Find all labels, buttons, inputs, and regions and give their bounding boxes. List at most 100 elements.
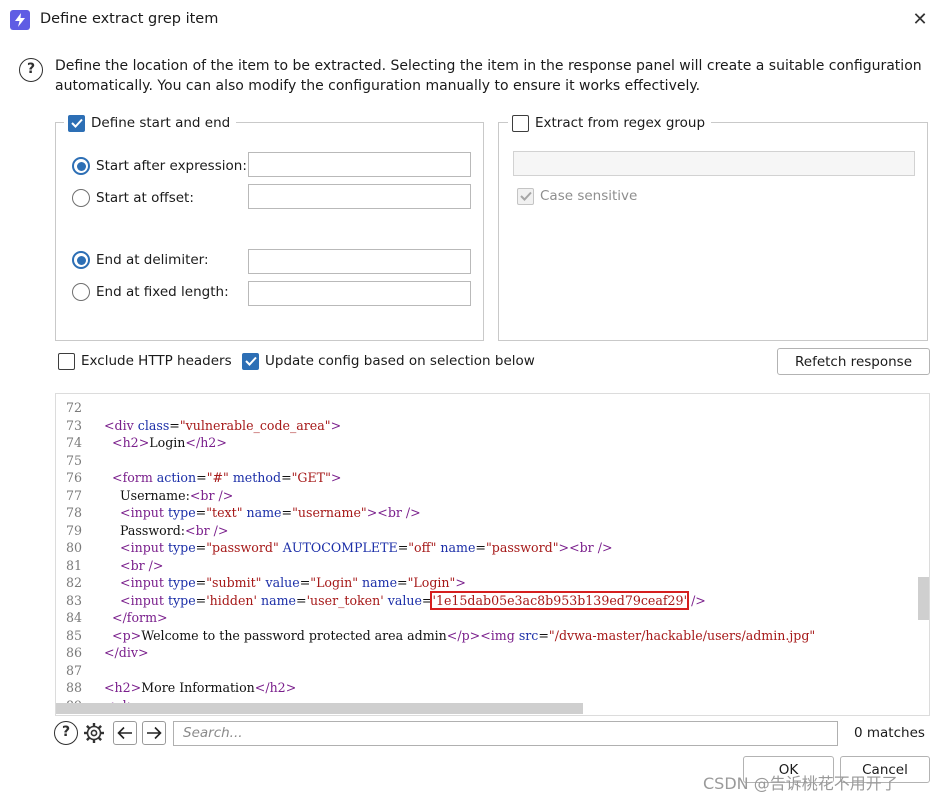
regex-label: Extract from regex group [535,115,706,131]
line-content: <input type="submit" value="Login" name=… [104,574,466,592]
code-token: name [362,575,398,590]
regex-checkbox[interactable] [512,114,529,132]
code-token: name [440,540,476,555]
code-token: type [167,505,196,520]
update-config-checkbox[interactable] [242,352,259,370]
code-token: <br /> [185,522,229,538]
end-fixed-row[interactable]: End at fixed length: [72,280,229,304]
code-token: = [281,505,293,520]
start-offset-input[interactable] [248,184,471,209]
start-after-input[interactable] [248,152,471,177]
regex-checkbox-row[interactable]: Extract from regex group [508,113,712,133]
end-fixed-label: End at fixed length: [96,284,229,300]
code-token: <input [120,505,168,520]
search-input[interactable]: Search... [173,721,838,746]
line-number: 78 [65,505,82,520]
code-token: <input [120,575,168,590]
line-content: Password:<br /> [104,522,228,540]
vertical-scrollbar[interactable] [918,577,929,620]
help-icon[interactable]: ? [19,58,43,82]
code-token: Login [149,435,186,450]
case-sensitive-checkbox[interactable] [517,187,534,205]
line-number: 85 [65,627,82,643]
code-token: = [538,627,549,643]
line-content: <form action="#" method="GET"> [104,469,341,487]
line-content: Username:<br /> [104,487,233,505]
window-title: Define extract grep item [40,11,219,27]
line-number: 87 [65,662,82,678]
code-token: <input [120,592,168,608]
code-token: = [475,540,486,555]
horizontal-scrollbar[interactable] [56,703,583,714]
code-token: = [195,575,207,590]
end-delimiter-label: End at delimiter: [96,252,209,268]
end-fixed-radio[interactable] [72,283,90,301]
code-token: type [167,592,196,608]
start-after-row[interactable]: Start after expression: [72,154,247,178]
line-content: <h2>More Information</h2> [104,679,296,697]
response-editor[interactable]: 72 73 <div class="vulnerable_code_area"> 74… [55,393,930,716]
code-token: = [299,575,311,590]
help-icon[interactable]: ? [54,721,78,745]
previous-arrow-icon[interactable] [113,721,137,745]
line-number: 77 [65,487,82,503]
next-arrow-icon[interactable] [142,721,166,745]
code-token: </h2> [254,680,297,695]
code-token: "text" [206,505,243,520]
line-content: <p>Welcome to the password protected are… [104,627,815,645]
start-offset-row[interactable]: Start at offset: [72,186,194,210]
code-token: <h2> [104,680,142,695]
line-number: 79 [65,522,82,538]
define-start-end-checkbox-row[interactable]: Define start and end [64,113,237,133]
line-number: 76 [65,470,82,485]
code-token: = [169,417,180,433]
match-count: 0 matches [854,725,925,741]
code-token: "GET" [291,470,331,485]
end-fixed-input[interactable] [248,281,471,306]
exclude-headers-checkbox[interactable] [58,352,75,370]
start-after-radio[interactable] [72,157,90,175]
code-line: 78 <input type="text" name="username"><b… [56,504,916,522]
code-line: 81 <br /> [56,557,916,575]
line-content: </form> [104,609,168,627]
code-token: "vulnerable_code_area" [179,417,331,433]
code-token: </form> [112,610,168,625]
code-token: <h2> [112,435,150,450]
end-delimiter-input[interactable] [248,249,471,274]
line-number: 83 [65,592,82,608]
line-number: 74 [65,435,82,450]
code-token: action [156,470,197,485]
code-line: 88 <h2>More Information</h2> [56,679,916,697]
code-token: "submit" [206,575,262,590]
end-delimiter-row[interactable]: End at delimiter: [72,248,209,272]
start-offset-radio[interactable] [72,189,90,207]
settings-gear-icon[interactable] [82,721,106,745]
code-token: 'user_token' [306,592,384,608]
define-start-end-label: Define start and end [91,115,231,131]
code-token: "Login" [310,575,359,590]
regex-input[interactable] [513,151,915,176]
code-token: "password" [206,540,279,555]
define-start-end-checkbox[interactable] [68,114,85,132]
line-number: 75 [65,452,82,468]
line-number: 80 [65,540,82,555]
code-token: type [167,575,196,590]
code-line: 87 [56,662,916,680]
code-token: /> [691,592,706,608]
close-icon[interactable]: ✕ [908,8,932,32]
selected-token-value: '1e15dab05e3ac8b953b139ed79ceaf29' [430,590,690,610]
update-config-row[interactable]: Update config based on selection below [242,349,535,373]
code-line: 72 [56,399,916,417]
refetch-response-button[interactable]: Refetch response [777,348,930,375]
code-token: = [281,470,292,485]
end-delimiter-radio[interactable] [72,251,90,269]
line-content: <input type='hidden' name='user_token' v… [104,590,706,610]
code-token: </h2> [185,435,227,450]
line-content: <br /> [104,557,163,575]
code-token: "Login" [407,575,456,590]
code-line: 77 Username:<br /> [56,487,916,505]
exclude-headers-row[interactable]: Exclude HTTP headers [58,349,232,373]
case-sensitive-row[interactable]: Case sensitive [517,184,637,208]
